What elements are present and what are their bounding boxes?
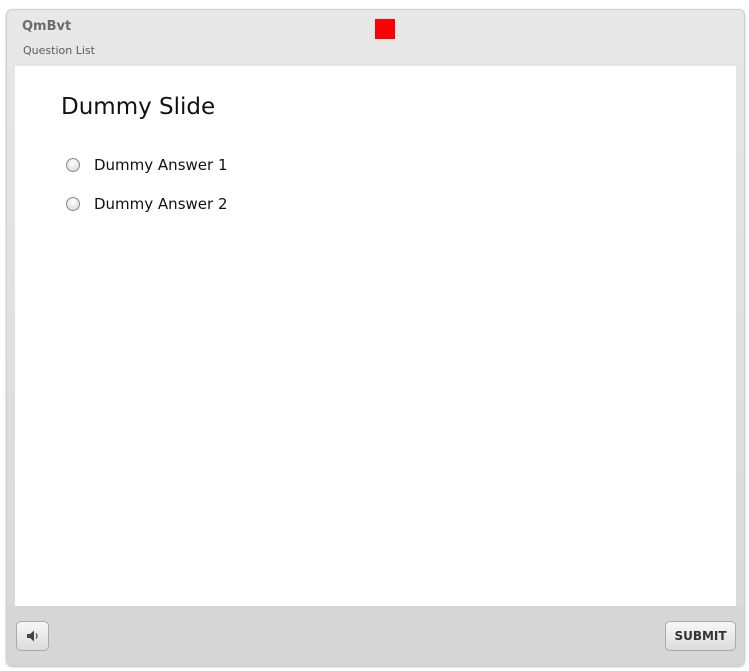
speaker-icon [26, 630, 38, 642]
radio-button-2[interactable] [66, 197, 80, 211]
audio-button[interactable] [16, 621, 49, 651]
slide-title: Dummy Slide [61, 94, 216, 120]
bottom-toolbar: SUBMIT [7, 606, 744, 665]
answer-label-1: Dummy Answer 1 [94, 156, 228, 174]
answer-option-1[interactable]: Dummy Answer 1 [66, 156, 227, 174]
answer-option-2[interactable]: Dummy Answer 2 [66, 195, 227, 213]
quiz-player: QmBvt Question List Dummy Slide Dummy An… [6, 9, 745, 666]
player-title: QmBvt [22, 19, 72, 34]
slide-panel: Dummy Slide Dummy Answer 1 Dummy Answer … [15, 66, 736, 606]
answer-label-2: Dummy Answer 2 [94, 195, 228, 213]
red-marker [375, 19, 395, 39]
submit-button[interactable]: SUBMIT [665, 621, 736, 651]
radio-button-1[interactable] [66, 158, 80, 172]
question-list-link[interactable]: Question List [23, 44, 95, 57]
